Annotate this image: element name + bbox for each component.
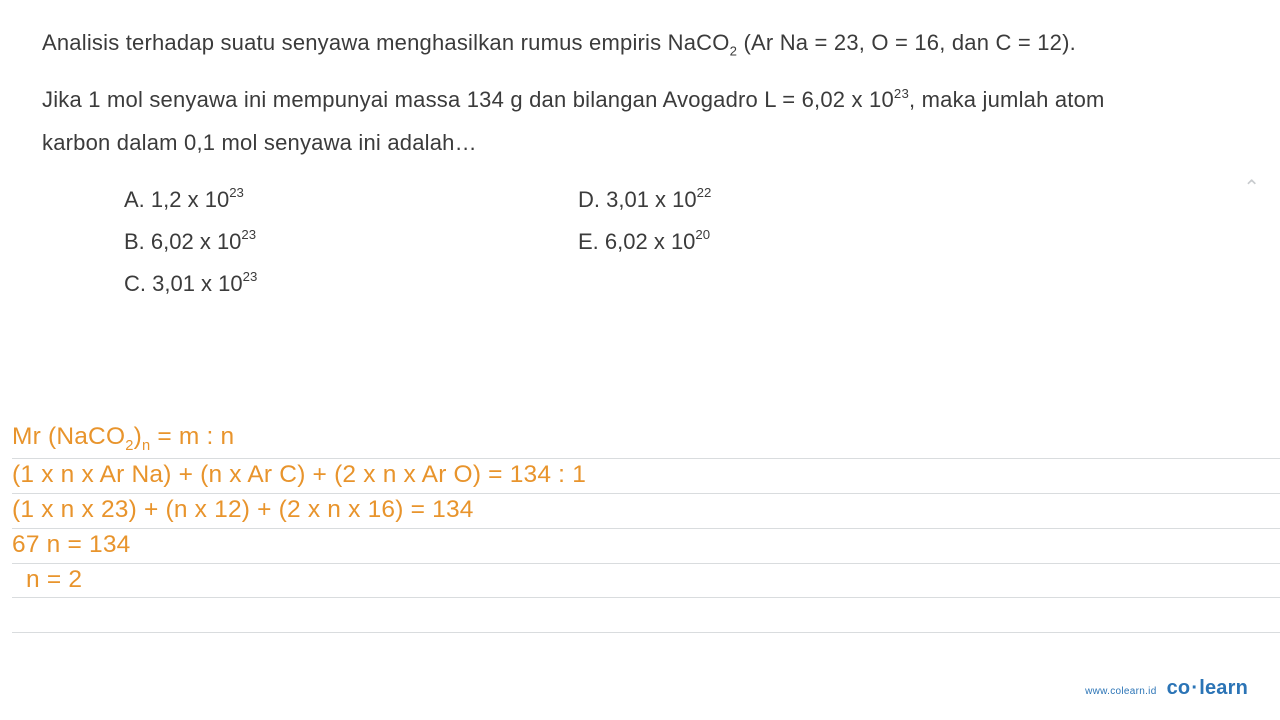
superscript: 20 — [695, 227, 710, 242]
solution-line-3: (1 x n x 23) + (n x 12) + (2 x n x 16) =… — [12, 494, 1280, 529]
superscript: 23 — [229, 185, 244, 200]
brand-part-a: co — [1167, 677, 1191, 699]
text-segment: Mr (NaCO — [12, 423, 125, 450]
chevron-up-icon[interactable]: ⌃ — [1243, 178, 1260, 198]
brand-logo: co·learn — [1167, 677, 1248, 700]
option-label: E. — [578, 229, 605, 254]
option-value: 6,02 x 10 — [151, 229, 242, 254]
brand-part-b: learn — [1199, 677, 1248, 699]
text-segment: (Ar Na = 23, O = 16, dan C = 12). — [737, 30, 1076, 55]
superscript: 23 — [894, 86, 909, 101]
footer-url: www.colearn.id — [1085, 686, 1156, 697]
worked-solution: Mr (NaCO2)n = m : n (1 x n x Ar Na) + (n… — [12, 421, 1280, 633]
option-c: C. 3,01 x 1023 — [124, 263, 578, 305]
option-a: A. 1,2 x 1023 — [124, 179, 578, 221]
solution-line-1: Mr (NaCO2)n = m : n — [12, 421, 1280, 459]
dot-icon: · — [1190, 677, 1199, 699]
question-block: Analisis terhadap suatu senyawa menghasi… — [42, 22, 1238, 165]
option-value: 6,02 x 10 — [605, 229, 696, 254]
text-segment: karbon dalam 0,1 mol senyawa ini adalah… — [42, 130, 477, 155]
answer-options: A. 1,2 x 1023 D. 3,01 x 1022 B. 6,02 x 1… — [124, 179, 1238, 305]
option-value: 3,01 x 10 — [606, 187, 697, 212]
superscript: 23 — [241, 227, 256, 242]
text-segment: ) — [134, 423, 142, 450]
option-label: A. — [124, 187, 151, 212]
footer: www.colearn.id co·learn — [1085, 677, 1248, 700]
superscript: 22 — [697, 185, 712, 200]
solution-line-5: n = 2 — [12, 564, 1280, 599]
text-segment: Analisis terhadap suatu senyawa menghasi… — [42, 30, 730, 55]
option-b: B. 6,02 x 1023 — [124, 221, 578, 263]
option-e: E. 6,02 x 1020 — [578, 221, 710, 263]
solution-line-4: 67 n = 134 — [12, 529, 1280, 564]
text-segment: = m : n — [150, 423, 234, 450]
question-paragraph-1: Analisis terhadap suatu senyawa menghasi… — [42, 22, 1238, 65]
solution-line-2: (1 x n x Ar Na) + (n x Ar C) + (2 x n x … — [12, 459, 1280, 494]
option-value: 3,01 x 10 — [152, 271, 243, 296]
question-paragraph-2: Jika 1 mol senyawa ini mempunyai massa 1… — [42, 79, 1238, 165]
solution-line-6 — [12, 598, 1280, 633]
option-value: 1,2 x 10 — [151, 187, 229, 212]
superscript: 23 — [243, 269, 258, 284]
option-label: D. — [578, 187, 606, 212]
text-segment: Jika 1 mol senyawa ini mempunyai massa 1… — [42, 87, 894, 112]
text-segment: , maka jumlah atom — [909, 87, 1105, 112]
subscript: 2 — [125, 438, 133, 454]
subscript: 2 — [730, 43, 738, 58]
option-label: C. — [124, 271, 152, 296]
option-label: B. — [124, 229, 151, 254]
option-d: D. 3,01 x 1022 — [578, 179, 711, 221]
